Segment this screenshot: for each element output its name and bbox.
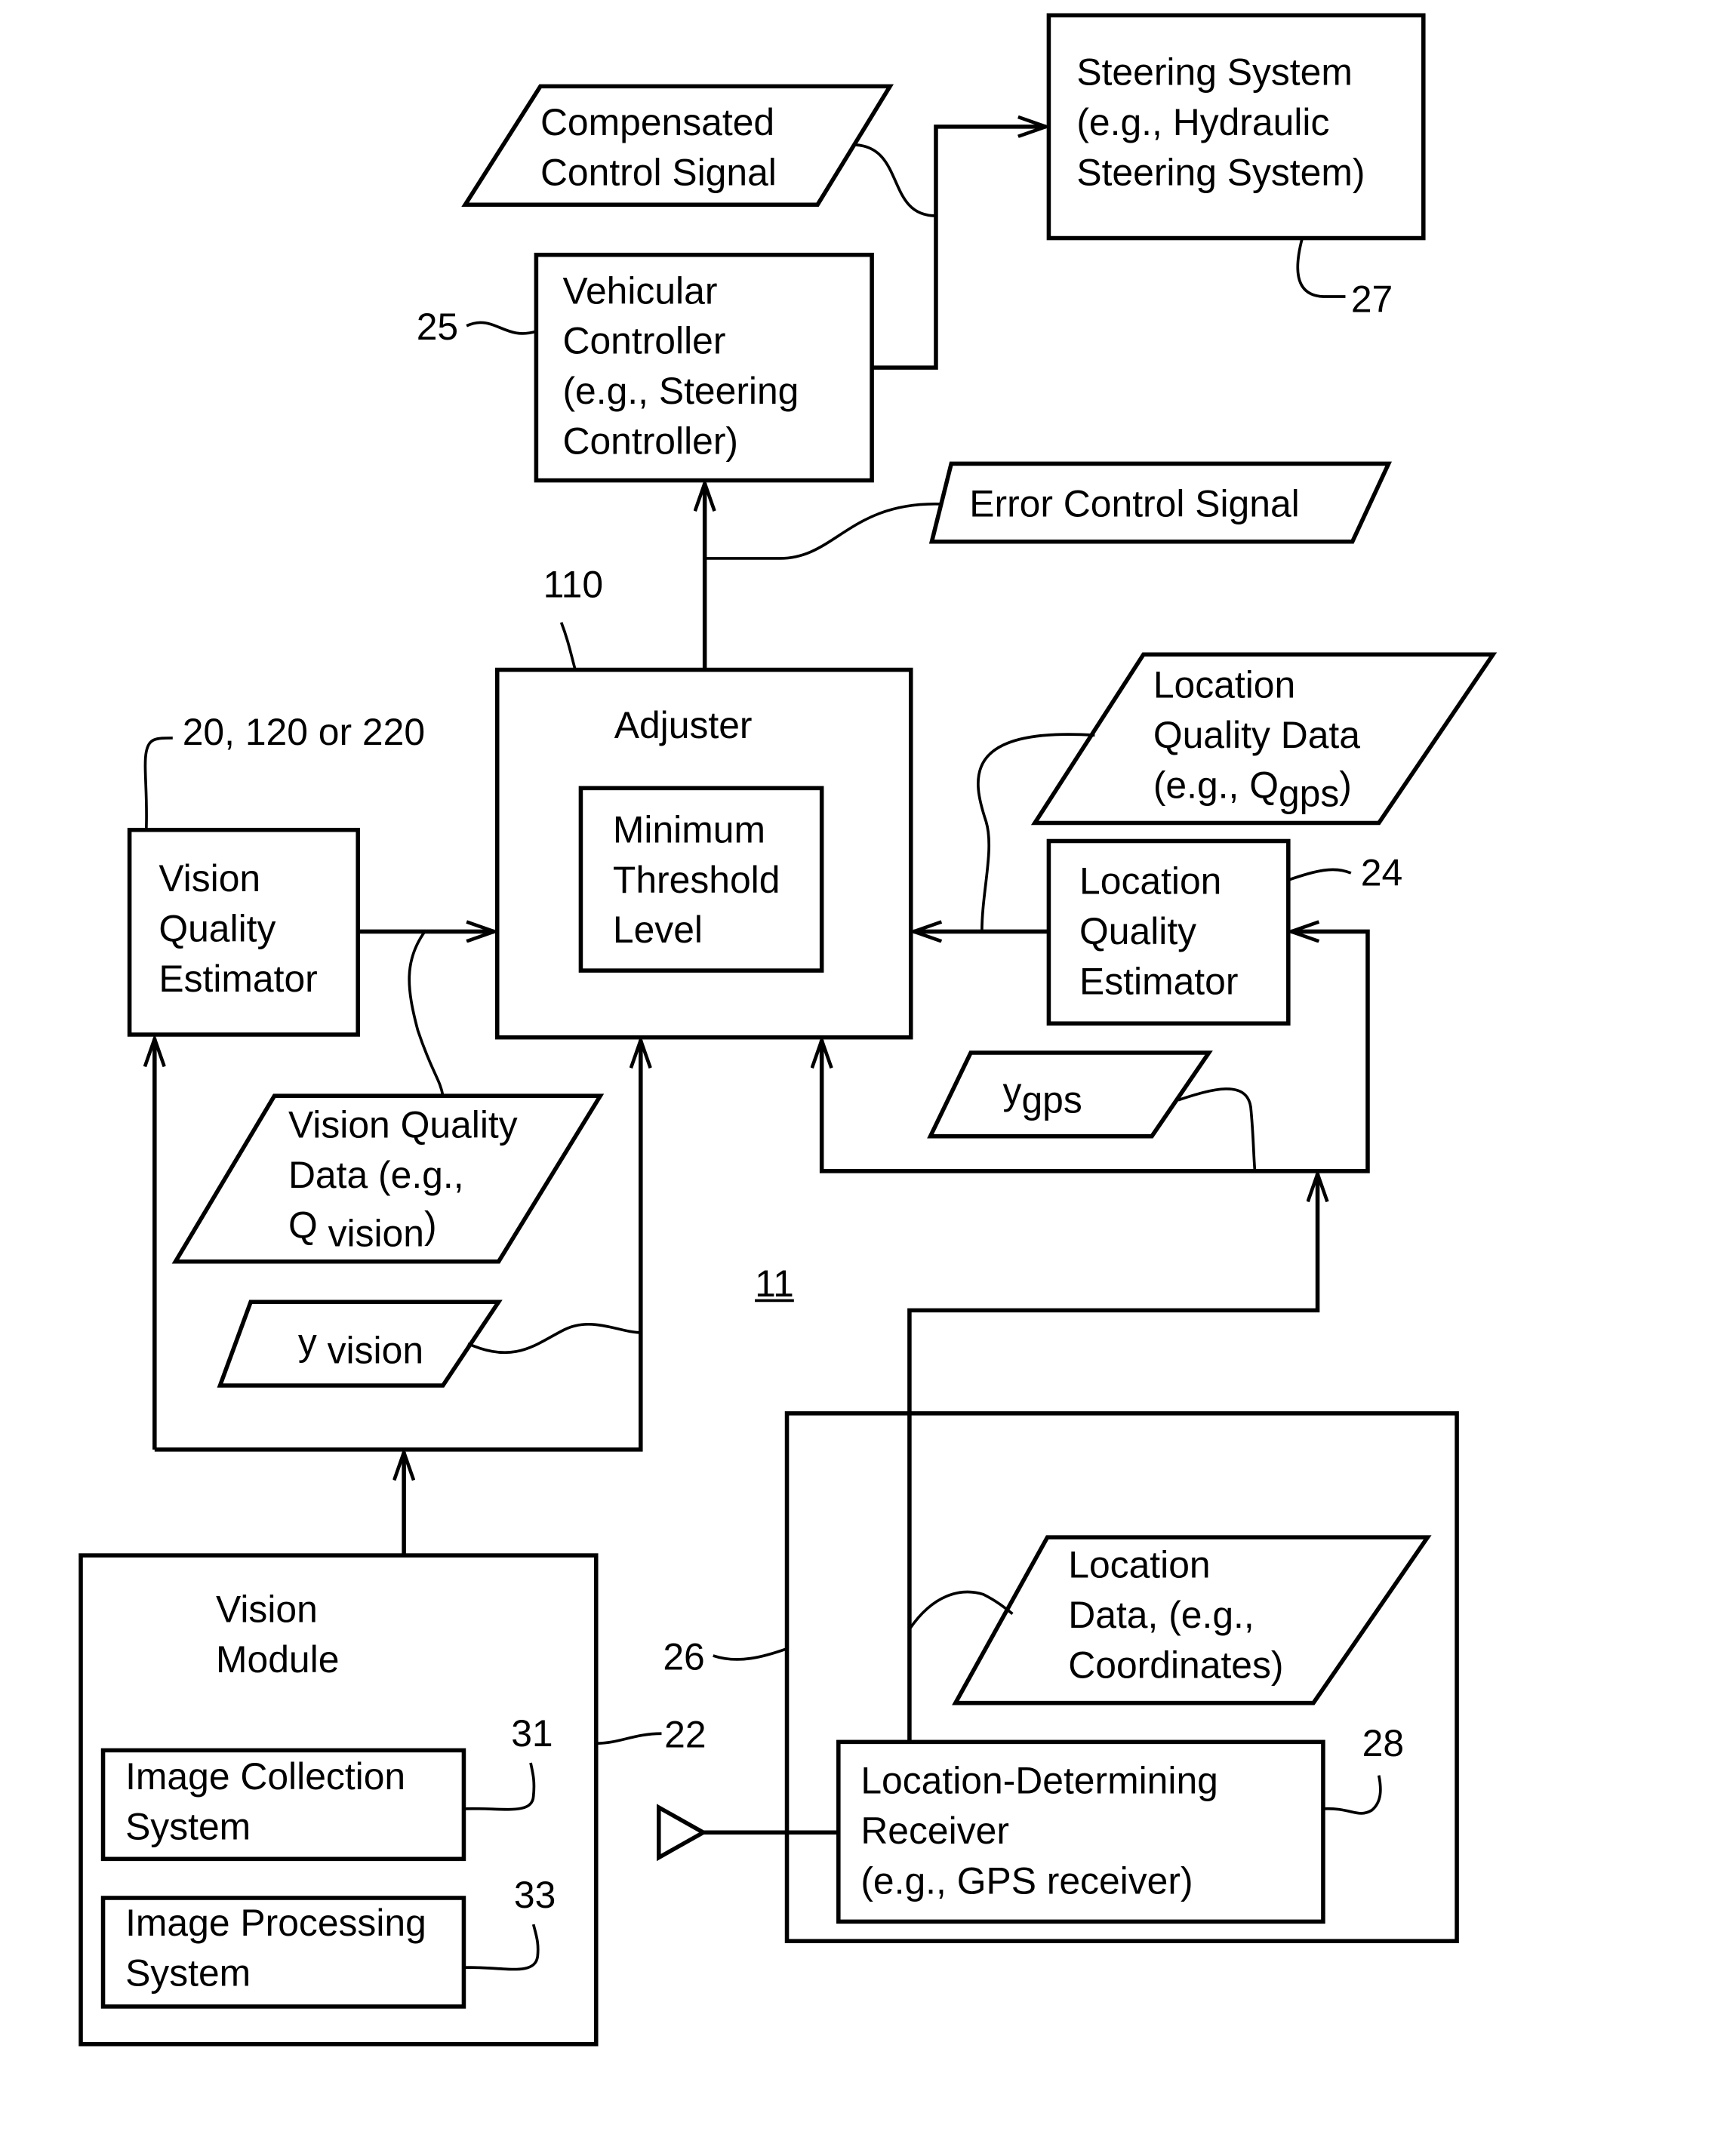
ref-31: 31 — [511, 1712, 553, 1755]
y-vision-leader — [467, 1323, 641, 1355]
ref-110-leader — [559, 622, 577, 671]
location-quality-estimator-label: Location Quality Estimator — [1079, 860, 1239, 1003]
adjuster-title: Adjuster — [614, 704, 753, 747]
ref-28: 28 — [1362, 1722, 1405, 1764]
ref-24: 24 — [1360, 852, 1403, 894]
error-leader — [704, 503, 942, 560]
ref-22-leader — [596, 1732, 662, 1745]
ref-26: 26 — [663, 1636, 705, 1678]
vqd-leader — [408, 930, 445, 1096]
error-control-signal-label: Error Control Signal — [969, 483, 1300, 525]
vision-quality-estimator-label: Vision Quality Estimator — [159, 857, 318, 1000]
ref-20-120-220: 20, 120 or 220 — [182, 711, 426, 754]
location-data-label: Location Data, (e.g., Coordinates) — [1068, 1544, 1284, 1687]
ref-25: 25 — [416, 306, 459, 349]
patent-diagram: Steering System (e.g., Hydraulic Steering … — [0, 0, 1727, 2155]
vision-module-label: Vision Module — [216, 1589, 340, 1681]
ref-27-leader — [1296, 238, 1346, 298]
ref-22: 22 — [664, 1714, 706, 1756]
receiver-label: Location-Determining Receiver (e.g., GPS r… — [860, 1760, 1218, 1902]
ref-27: 27 — [1350, 278, 1393, 321]
ref-110: 110 — [543, 564, 604, 606]
antenna-triangle-icon — [657, 1804, 708, 1862]
controller-to-steering-line — [872, 127, 1046, 370]
figure-ref-11: 11 — [755, 1263, 794, 1305]
ref-26-leader — [713, 1647, 788, 1661]
compensated-control-signal-label: Compensated Control Signal — [540, 101, 777, 194]
image-collection-label: Image Collection System — [125, 1755, 406, 1848]
ref-28-leader — [1322, 1775, 1382, 1815]
y-gps-label: ygps — [1002, 1070, 1082, 1121]
minimum-threshold-label: Minimum Threshold Level — [612, 809, 780, 952]
steering-system-label: Steering System (e.g., Hydraulic Steering … — [1076, 51, 1365, 194]
ref-24-leader — [1288, 868, 1352, 881]
location-data-leader — [908, 1590, 1014, 1630]
ref-33: 33 — [513, 1874, 556, 1916]
y-vision-label: y vision — [297, 1321, 424, 1372]
ref-20-leader — [143, 737, 173, 830]
vehicular-controller-label: Vehicular Controller (e.g., Steering Contro… — [562, 269, 799, 463]
location-quality-data-label: Location Quality Data (e.g., Qgps) — [1153, 664, 1360, 815]
ref-31-leader — [463, 1762, 536, 1811]
y-gps-leader — [1178, 1087, 1257, 1171]
compensated-leader — [854, 143, 936, 217]
ref-25-leader — [466, 321, 537, 335]
vision-quality-data-label: Vision Quality Data (e.g., Q vision) — [288, 1104, 518, 1255]
lqd-leader — [977, 733, 1095, 932]
image-processing-label: Image Processing System — [125, 1902, 426, 1995]
ref-33-leader — [463, 1924, 540, 1971]
